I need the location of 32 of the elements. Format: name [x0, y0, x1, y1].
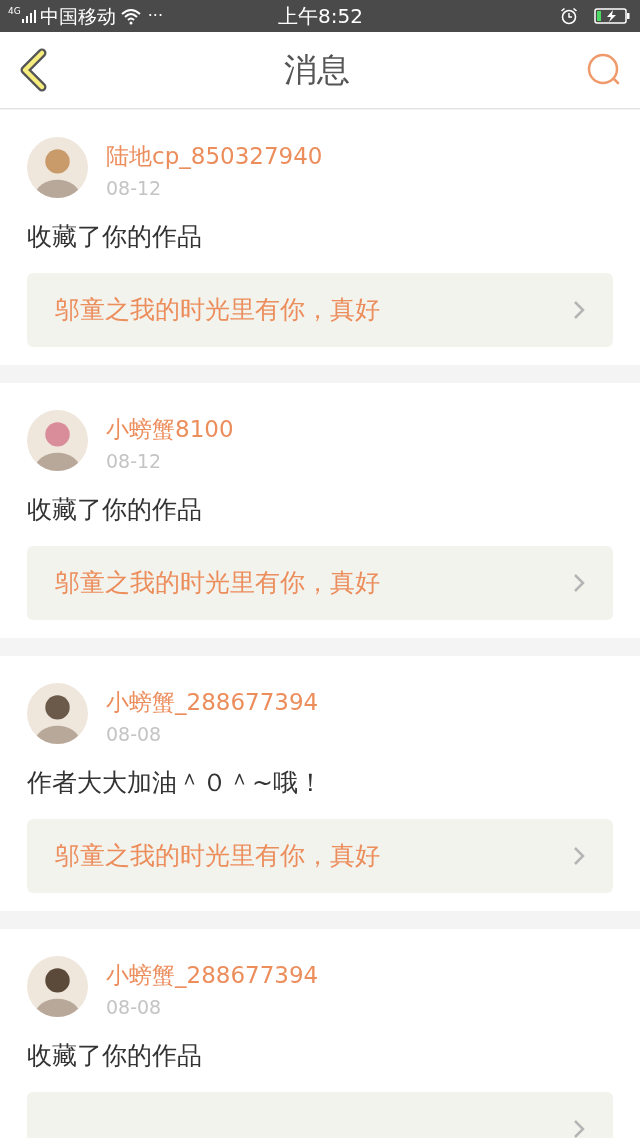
carrier-name: 中国移动: [39, 3, 116, 29]
chevron-right-icon: [573, 846, 585, 866]
user-name[interactable]: 小螃蟹8100: [106, 414, 234, 444]
work-title: 邬童之我的时光里有你，真好: [55, 840, 380, 873]
user-name[interactable]: 陆地cp_850327940: [106, 141, 323, 171]
message-date: 08-08: [106, 722, 163, 747]
message-text: 作者大大加油＾０＾~哦！: [27, 767, 324, 799]
page-title: 消息: [284, 49, 350, 92]
wifi-icon: [119, 7, 142, 25]
work-link[interactable]: 邬童之我的时光里有你，真好: [27, 546, 613, 620]
chevron-right-icon: [573, 573, 585, 593]
message-date: 08-12: [106, 176, 163, 201]
message-text: 收藏了你的作品: [27, 1040, 203, 1072]
message-date: 08-08: [106, 995, 163, 1020]
work-link[interactable]: 邬童之我的时光里有你，真好: [27, 273, 613, 347]
message-text: 收藏了你的作品: [27, 494, 203, 526]
work-title: 邬童之我的时光里有你，真好: [55, 294, 380, 327]
message-date: 08-12: [106, 449, 163, 474]
alarm-icon: [560, 7, 578, 25]
message-text: 收藏了你的作品: [27, 221, 203, 253]
signal-icon: [21, 9, 36, 23]
network-type: 4G: [8, 7, 21, 16]
work-link[interactable]: 邬童之我的时光里有你，真好: [27, 819, 613, 893]
battery-icon: [594, 7, 630, 25]
user-name[interactable]: 小螃蟹_288677394: [106, 960, 319, 990]
clock-time: 上午8:52: [278, 3, 363, 30]
work-title: 邬童之我的时光里有你，真好: [55, 567, 380, 600]
more-indicator: ···: [147, 5, 163, 27]
chevron-right-icon: [573, 1119, 585, 1138]
chevron-right-icon: [573, 300, 585, 320]
back-button[interactable]: [18, 48, 48, 92]
user-name[interactable]: 小螃蟹_288677394: [106, 687, 319, 717]
